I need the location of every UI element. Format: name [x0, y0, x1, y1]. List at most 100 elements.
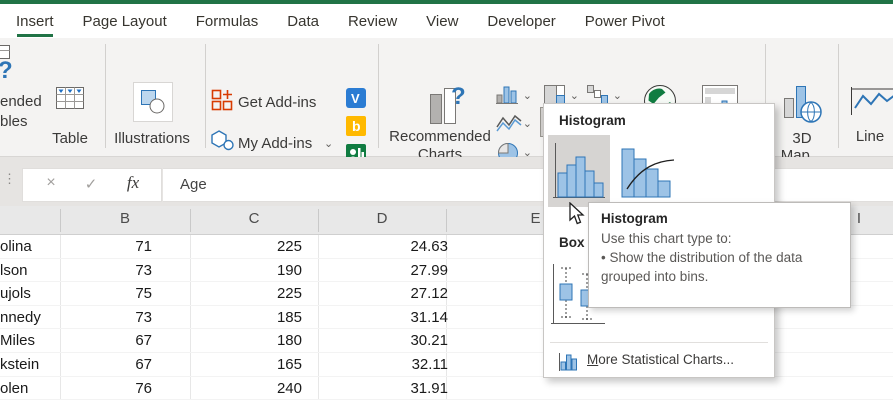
dropdown-histogram-header: Histogram [559, 113, 626, 128]
histogram-tooltip: Histogram Use this chart type to: • Show… [588, 202, 851, 308]
group-divider [105, 44, 106, 148]
table-row[interactable]: olen 76 240 31.91 [0, 377, 893, 400]
col-header-b[interactable]: B [60, 210, 190, 227]
get-addins-label: Get Add-ins [238, 94, 317, 111]
cell-name[interactable]: nnedy [0, 306, 60, 330]
cell-d[interactable]: 27.12 [318, 282, 448, 306]
svg-text:?: ? [0, 57, 13, 84]
gallery-histogram-item[interactable] [548, 135, 610, 225]
cell-c[interactable]: 240 [190, 377, 302, 400]
illustrations-label: Illustrations [114, 130, 190, 147]
cell-name[interactable]: olen [0, 377, 60, 400]
formula-controls: × ✓ fx [22, 168, 162, 202]
column-chart-icon [496, 86, 518, 104]
cell-b[interactable]: 73 [60, 306, 152, 330]
tooltip-line1: Use this chart type to: [601, 231, 732, 246]
line-chart-icon [496, 114, 522, 132]
my-addins-icon [211, 130, 234, 151]
excel-window: Insert Page Layout Formulas Data Review … [0, 0, 893, 400]
dropdown-box-header: Box [559, 235, 585, 250]
col-header-c[interactable]: C [190, 210, 318, 227]
tooltip-line2: • Show the distribution of the data [601, 250, 803, 265]
tab-review[interactable]: Review [348, 4, 397, 38]
tab-data[interactable]: Data [287, 4, 319, 38]
chevron-down-icon [570, 91, 579, 101]
histogram-gallery-icon [553, 143, 605, 198]
svg-text:V: V [351, 91, 360, 106]
cell-b[interactable]: 75 [60, 282, 152, 306]
table-button[interactable]: Table [46, 80, 94, 168]
cell-name[interactable]: Miles [0, 329, 60, 353]
line-sparkline-button[interactable]: Line [846, 82, 893, 152]
dropdown-separator [550, 342, 768, 343]
cell-d[interactable]: 32.11 [318, 353, 448, 377]
table-icon [56, 87, 84, 109]
more-statistical-charts-item[interactable]: More Statistical Charts... [544, 349, 774, 375]
more-charts-icon [559, 353, 577, 371]
col-header-d[interactable]: D [318, 210, 446, 227]
enter-button[interactable]: ✓ [79, 175, 103, 193]
cell-d[interactable]: 27.99 [318, 259, 448, 283]
ribbon-tab-bar: Insert Page Layout Formulas Data Review … [0, 4, 893, 38]
tab-formulas[interactable]: Formulas [196, 4, 259, 38]
cell-d[interactable]: 30.21 [318, 329, 448, 353]
cell-c[interactable]: 165 [190, 353, 302, 377]
chevron-down-icon [523, 91, 532, 101]
tooltip-title: Histogram [601, 211, 668, 226]
tab-power-pivot[interactable]: Power Pivot [585, 4, 665, 38]
cell-name[interactable]: kstein [0, 353, 60, 377]
tooltip-line3: grouped into bins. [601, 269, 709, 284]
more-statistical-charts-label: More Statistical Charts... [587, 352, 735, 367]
cell-b[interactable]: 73 [60, 259, 152, 283]
recommended-charts-icon: ? [430, 83, 466, 124]
tab-insert[interactable]: Insert [16, 4, 54, 38]
cell-c[interactable]: 185 [190, 306, 302, 330]
cell-d[interactable]: 31.14 [318, 306, 448, 330]
cursor-icon [569, 202, 585, 225]
pareto-gallery-icon [621, 148, 675, 198]
visio-addin-icon[interactable]: V [346, 88, 366, 108]
cell-c[interactable]: 190 [190, 259, 302, 283]
my-addins-chevron-icon [324, 139, 333, 149]
cell-c[interactable]: 180 [190, 329, 302, 353]
group-divider [378, 44, 379, 148]
insert-function-button[interactable]: fx [119, 173, 147, 193]
cell-name[interactable]: lson [0, 259, 60, 283]
svg-text:b: b [352, 118, 361, 134]
cell-b[interactable]: 67 [60, 329, 152, 353]
get-addins-icon [211, 89, 233, 111]
cell-b[interactable]: 71 [60, 235, 152, 259]
chevron-down-icon [523, 119, 532, 129]
map3d-icon [784, 86, 822, 123]
tab-view[interactable]: View [426, 4, 458, 38]
drag-dots-icon[interactable] [3, 171, 16, 187]
cell-d[interactable]: 31.91 [318, 377, 448, 400]
cell-name[interactable]: ujols [0, 282, 60, 306]
svg-text:?: ? [451, 83, 466, 110]
line-sparkline-label: Line [855, 128, 885, 145]
group-divider [205, 44, 206, 148]
tab-developer[interactable]: Developer [487, 4, 555, 38]
chevron-down-icon [613, 91, 622, 101]
formula-input[interactable]: Age [163, 168, 893, 202]
group-divider [838, 44, 839, 148]
tab-page-layout[interactable]: Page Layout [83, 4, 167, 38]
cancel-button[interactable]: × [39, 174, 63, 192]
get-addins-button[interactable]: Get Add-ins [210, 88, 330, 118]
cell-b[interactable]: 67 [60, 353, 152, 377]
illustrations-icon [141, 90, 165, 114]
line-sparkline-icon [851, 87, 893, 115]
recommended-pivottables-button[interactable]: ? ended bles [0, 42, 50, 148]
gallery-pareto-item[interactable] [616, 135, 678, 207]
bing-maps-addin-icon[interactable]: b [346, 116, 366, 136]
cell-c[interactable]: 225 [190, 235, 302, 259]
insert-column-chart-button[interactable] [494, 82, 534, 109]
cell-b[interactable]: 76 [60, 377, 152, 400]
cell-name[interactable]: olina [0, 235, 60, 259]
cell-d[interactable]: 24.63 [318, 235, 448, 259]
cell-c[interactable]: 225 [190, 282, 302, 306]
insert-line-chart-button[interactable] [494, 110, 534, 137]
my-addins-button[interactable]: My Add-ins [210, 129, 340, 159]
my-addins-label: My Add-ins [238, 135, 313, 152]
pivottable-icon: ? [0, 45, 13, 84]
